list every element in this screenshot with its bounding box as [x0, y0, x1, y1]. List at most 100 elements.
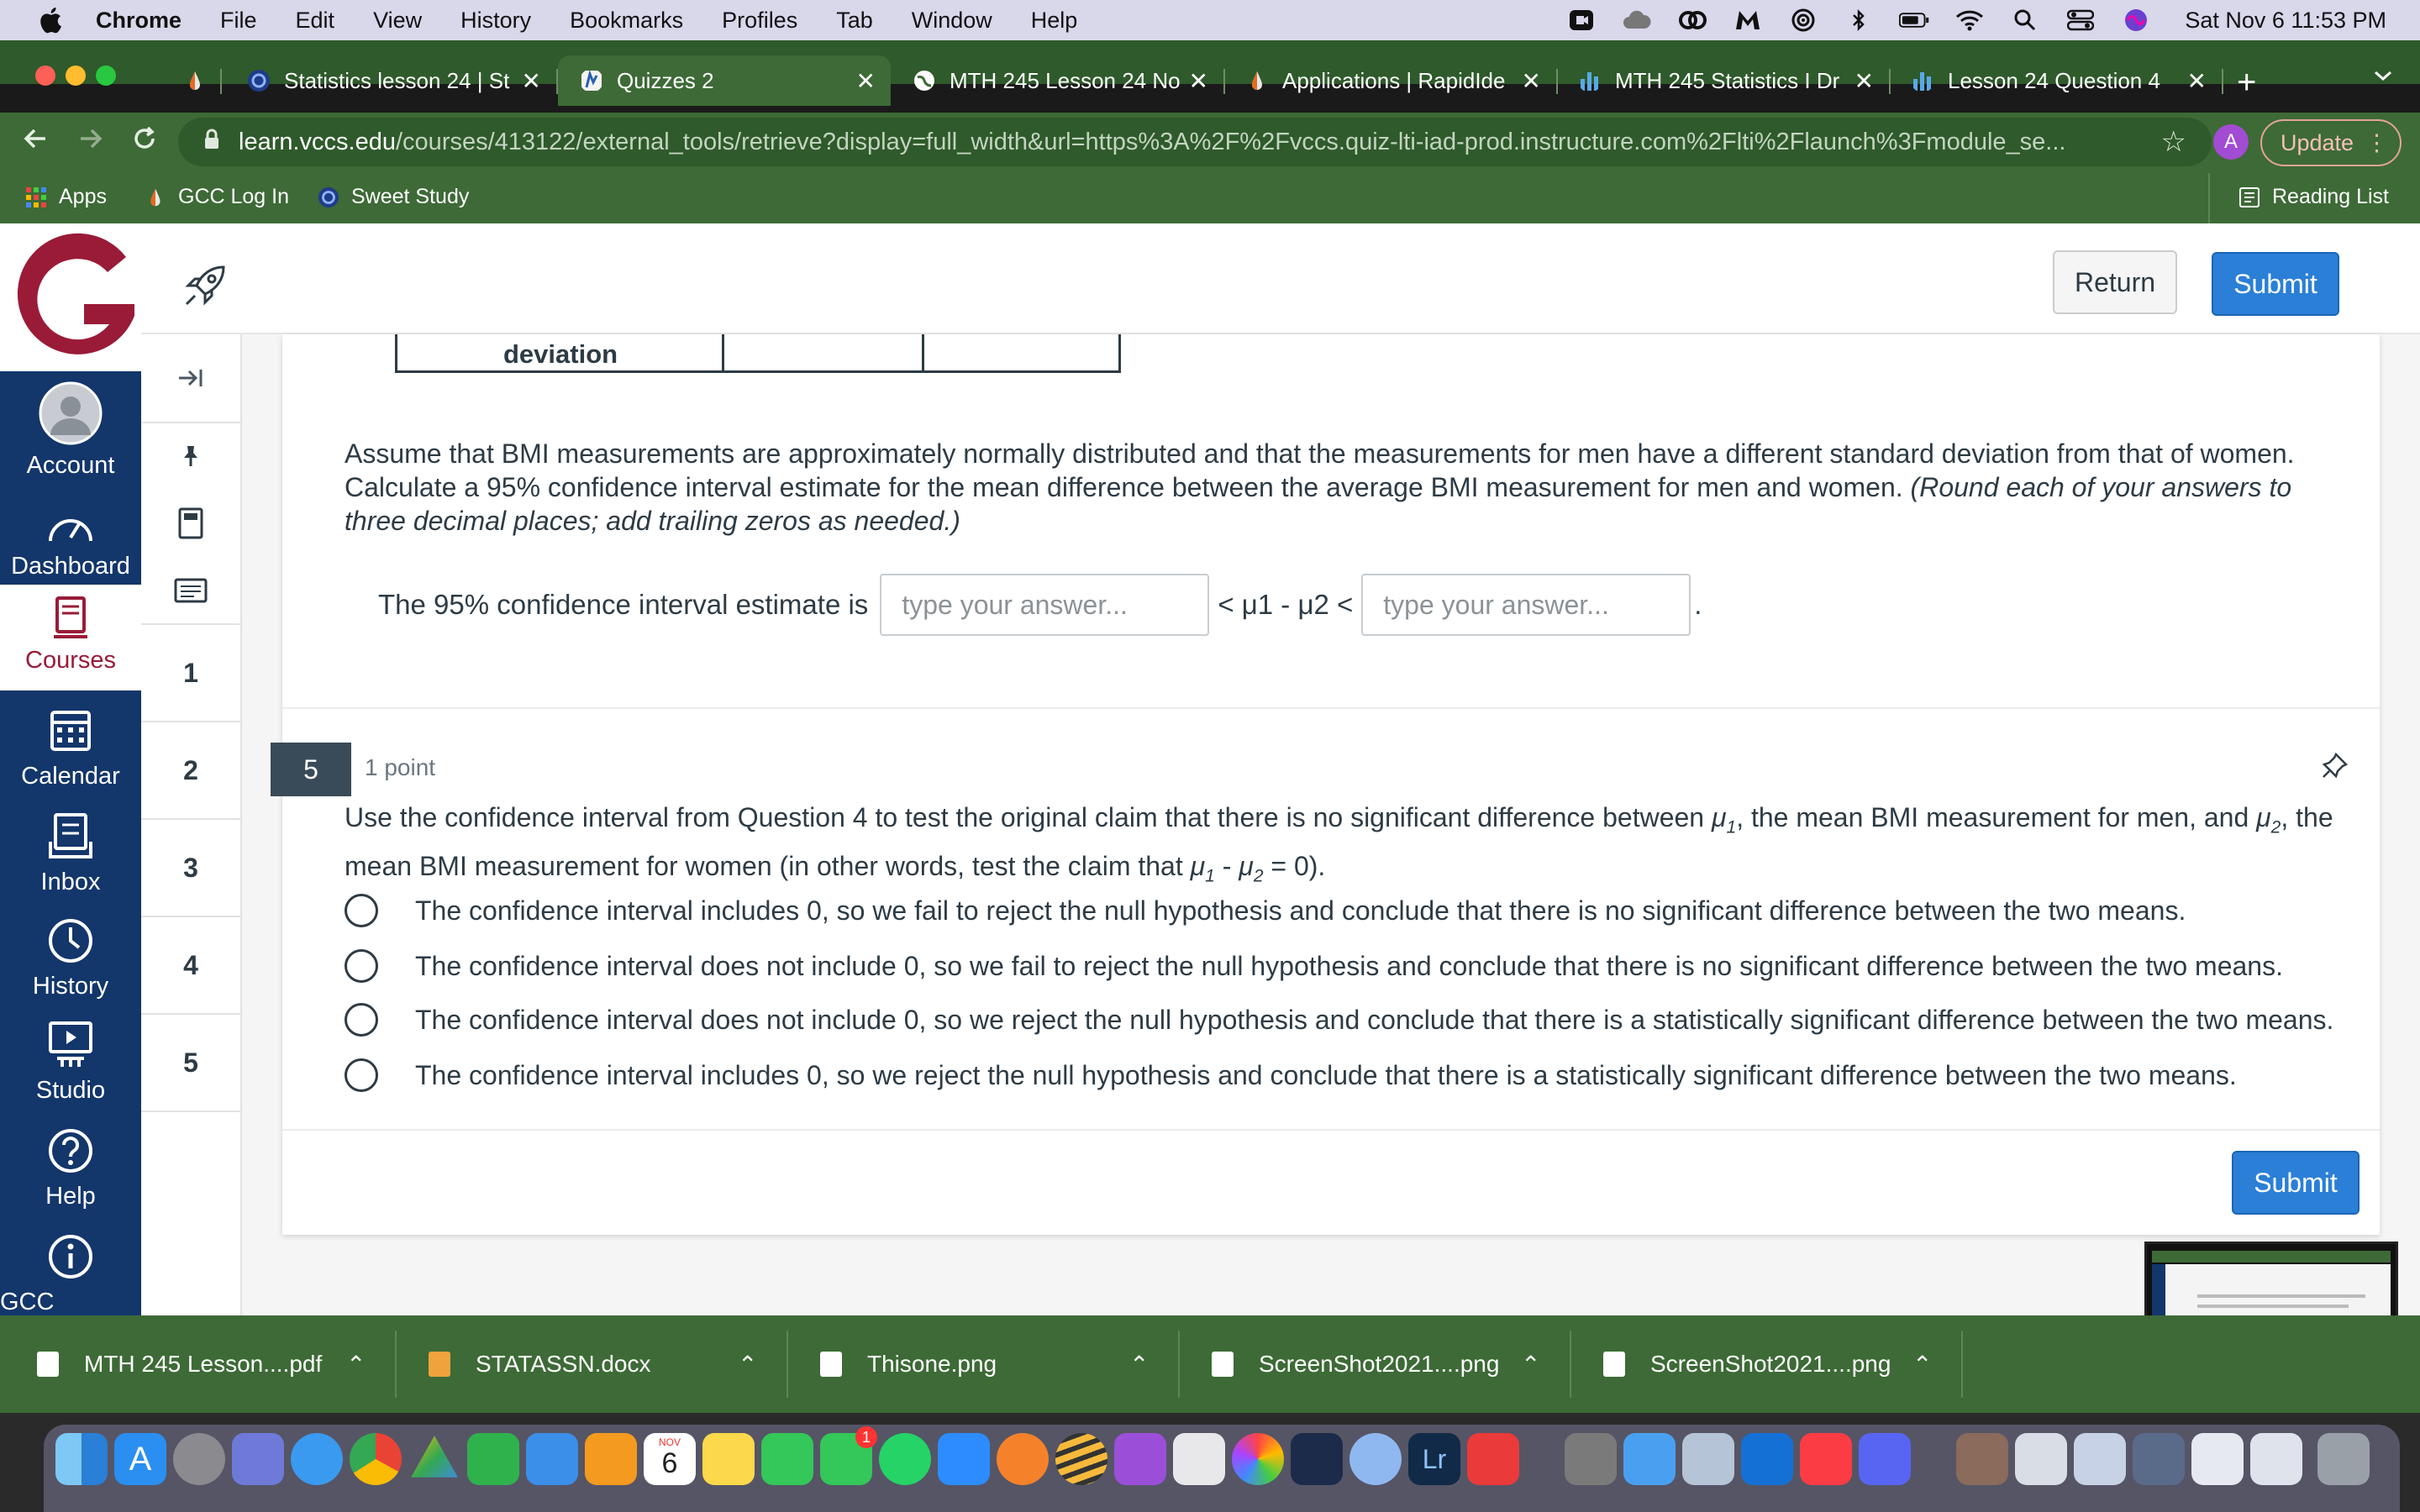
answer-option-4[interactable]: The confidence interval includes 0, so w…: [345, 1050, 2237, 1100]
whatsapp-icon[interactable]: [879, 1433, 931, 1485]
layers-app-icon[interactable]: [1291, 1433, 1343, 1485]
keynote-icon[interactable]: [526, 1433, 578, 1485]
return-button[interactable]: Return: [2053, 250, 2177, 314]
calendar-app-icon[interactable]: NOV 6: [644, 1433, 696, 1485]
download-options-chevron-icon[interactable]: ⌃: [1521, 1342, 1540, 1386]
question-nav-5[interactable]: 5: [141, 1015, 240, 1112]
menu-help[interactable]: Help: [1031, 8, 1078, 34]
app-store-icon[interactable]: A: [114, 1433, 166, 1485]
pin-question-icon[interactable]: [2321, 751, 2349, 784]
answer-option-1[interactable]: The confidence interval includes 0, so w…: [345, 885, 2186, 936]
nav-dashboard[interactable]: Dashboard: [0, 507, 141, 580]
calculator-icon[interactable]: [141, 489, 240, 558]
nav-courses[interactable]: Courses: [0, 585, 141, 690]
chrome-icon[interactable]: [350, 1433, 402, 1485]
recent-document-thumbnail[interactable]: [2074, 1433, 2126, 1485]
nav-calendar[interactable]: Calendar: [0, 706, 141, 790]
menu-profiles[interactable]: Profiles: [722, 8, 797, 34]
tab-search-chevron-icon[interactable]: [2373, 69, 2393, 87]
download-item-5[interactable]: ScreenShot2021....png: [1603, 1342, 1891, 1386]
download-item-2[interactable]: STATASSN.docx: [429, 1342, 651, 1386]
bookmark-sweet-study[interactable]: Sweet Study: [318, 185, 469, 209]
maps-icon[interactable]: [1173, 1433, 1225, 1485]
control-center-icon[interactable]: [2065, 8, 2096, 33]
close-tab-icon[interactable]: ✕: [2187, 67, 2207, 95]
numbers-icon[interactable]: [467, 1433, 519, 1485]
finder-icon[interactable]: [55, 1433, 108, 1485]
bookmark-apps[interactable]: Apps: [25, 185, 107, 209]
question-nav-4[interactable]: 4: [141, 917, 240, 1015]
radio-button[interactable]: [345, 949, 378, 983]
facetime-icon[interactable]: [761, 1433, 813, 1485]
close-tab-icon[interactable]: ✕: [522, 67, 541, 95]
question-nav-2[interactable]: 2: [141, 722, 240, 820]
bluetooth-icon[interactable]: [1844, 8, 1874, 33]
screen-record-icon[interactable]: [1566, 8, 1597, 33]
address-bar[interactable]: learn.vccs.edu/courses/413122/external_t…: [178, 118, 2212, 166]
close-window-button[interactable]: [35, 66, 55, 86]
download-options-chevron-icon[interactable]: ⌃: [346, 1342, 366, 1386]
creative-cloud-icon[interactable]: [1677, 8, 1707, 33]
forward-arrow-icon[interactable]: [77, 124, 104, 160]
menu-history[interactable]: History: [460, 8, 531, 34]
ci-upper-input[interactable]: type your answer...: [1361, 574, 1691, 636]
minimize-window-button[interactable]: [66, 66, 86, 86]
recent-photo-thumbnail[interactable]: [1956, 1433, 2008, 1485]
nav-studio[interactable]: Studio: [0, 1020, 141, 1105]
photos-icon[interactable]: [1232, 1433, 1284, 1485]
malwarebytes-icon[interactable]: [1733, 8, 1763, 33]
close-tab-icon[interactable]: ✕: [1189, 67, 1208, 95]
question-nav-1[interactable]: 1: [141, 625, 240, 722]
menu-app-chrome[interactable]: Chrome: [96, 8, 182, 34]
tab-lesson-24-question-4[interactable]: Lesson 24 Question 4 ✕: [1889, 55, 2223, 106]
nav-history[interactable]: History: [0, 916, 141, 1000]
close-tab-icon[interactable]: ✕: [856, 67, 876, 95]
menubar-clock[interactable]: Sat Nov 6 11:53 PM: [2185, 8, 2386, 34]
bookmark-star-icon[interactable]: ☆: [2161, 125, 2186, 159]
download-options-chevron-icon[interactable]: ⌃: [738, 1342, 757, 1386]
tab-mth-245-statistics[interactable]: MTH 245 Statistics I Dr ✕: [1556, 55, 1891, 106]
discord-icon[interactable]: [1859, 1433, 1911, 1485]
update-button[interactable]: Update ⋮: [2260, 119, 2402, 166]
menu-view[interactable]: View: [373, 8, 422, 34]
zoom-icon[interactable]: [938, 1433, 990, 1485]
menu-tab[interactable]: Tab: [836, 8, 873, 34]
nav-help[interactable]: Help: [0, 1126, 141, 1210]
radio-button[interactable]: [345, 894, 378, 927]
menu-file[interactable]: File: [220, 8, 257, 34]
tab-applications-rapididentity[interactable]: Applications | RapidIde ✕: [1223, 55, 1558, 106]
bookmark-gcc-log-in[interactable]: GCC Log In: [145, 185, 289, 209]
nav-account[interactable]: Account: [0, 381, 141, 480]
pin-icon[interactable]: [141, 423, 240, 489]
recent-document-thumbnail[interactable]: [2015, 1433, 2067, 1485]
notes-icon[interactable]: [141, 558, 240, 625]
apple-logo-icon[interactable]: [37, 5, 67, 35]
trash-icon[interactable]: [2317, 1433, 2370, 1485]
answer-option-3[interactable]: The confidence interval does not include…: [345, 995, 2333, 1045]
music-icon[interactable]: [1800, 1433, 1852, 1485]
download-item-4[interactable]: ScreenShot2021....png: [1212, 1342, 1499, 1386]
new-tab-plus-icon[interactable]: +: [2237, 64, 2256, 102]
outlook-icon[interactable]: [1741, 1433, 1793, 1485]
submit-button-bottom[interactable]: Submit: [2232, 1151, 2360, 1215]
menu-bookmarks[interactable]: Bookmarks: [570, 8, 683, 34]
notes-app-icon[interactable]: [702, 1433, 755, 1485]
reading-list-button[interactable]: Reading List: [2238, 185, 2389, 209]
answer-option-2[interactable]: The confidence interval does not include…: [345, 941, 2283, 991]
radio-button[interactable]: [345, 1003, 378, 1037]
notion-waves-icon[interactable]: [1055, 1433, 1107, 1485]
zoom-window-button[interactable]: [96, 66, 116, 86]
question-nav-3[interactable]: 3: [141, 820, 240, 917]
tab-statistics-lesson-24[interactable]: Statistics lesson 24 | St ✕: [225, 55, 558, 106]
system-preferences-icon[interactable]: [173, 1433, 225, 1485]
pages-icon[interactable]: [585, 1433, 637, 1485]
lightroom-icon[interactable]: Lr: [1408, 1433, 1460, 1485]
close-tab-icon[interactable]: ✕: [1522, 67, 1541, 95]
menu-edit[interactable]: Edit: [296, 8, 335, 34]
recent-document-thumbnail[interactable]: [2250, 1433, 2302, 1485]
download-options-chevron-icon[interactable]: ⌃: [1912, 1342, 1932, 1386]
collapse-rail-icon[interactable]: [141, 334, 240, 423]
screenshot-app-icon[interactable]: [1682, 1433, 1734, 1485]
flower-app-icon[interactable]: [997, 1433, 1049, 1485]
reload-icon[interactable]: [131, 124, 158, 160]
